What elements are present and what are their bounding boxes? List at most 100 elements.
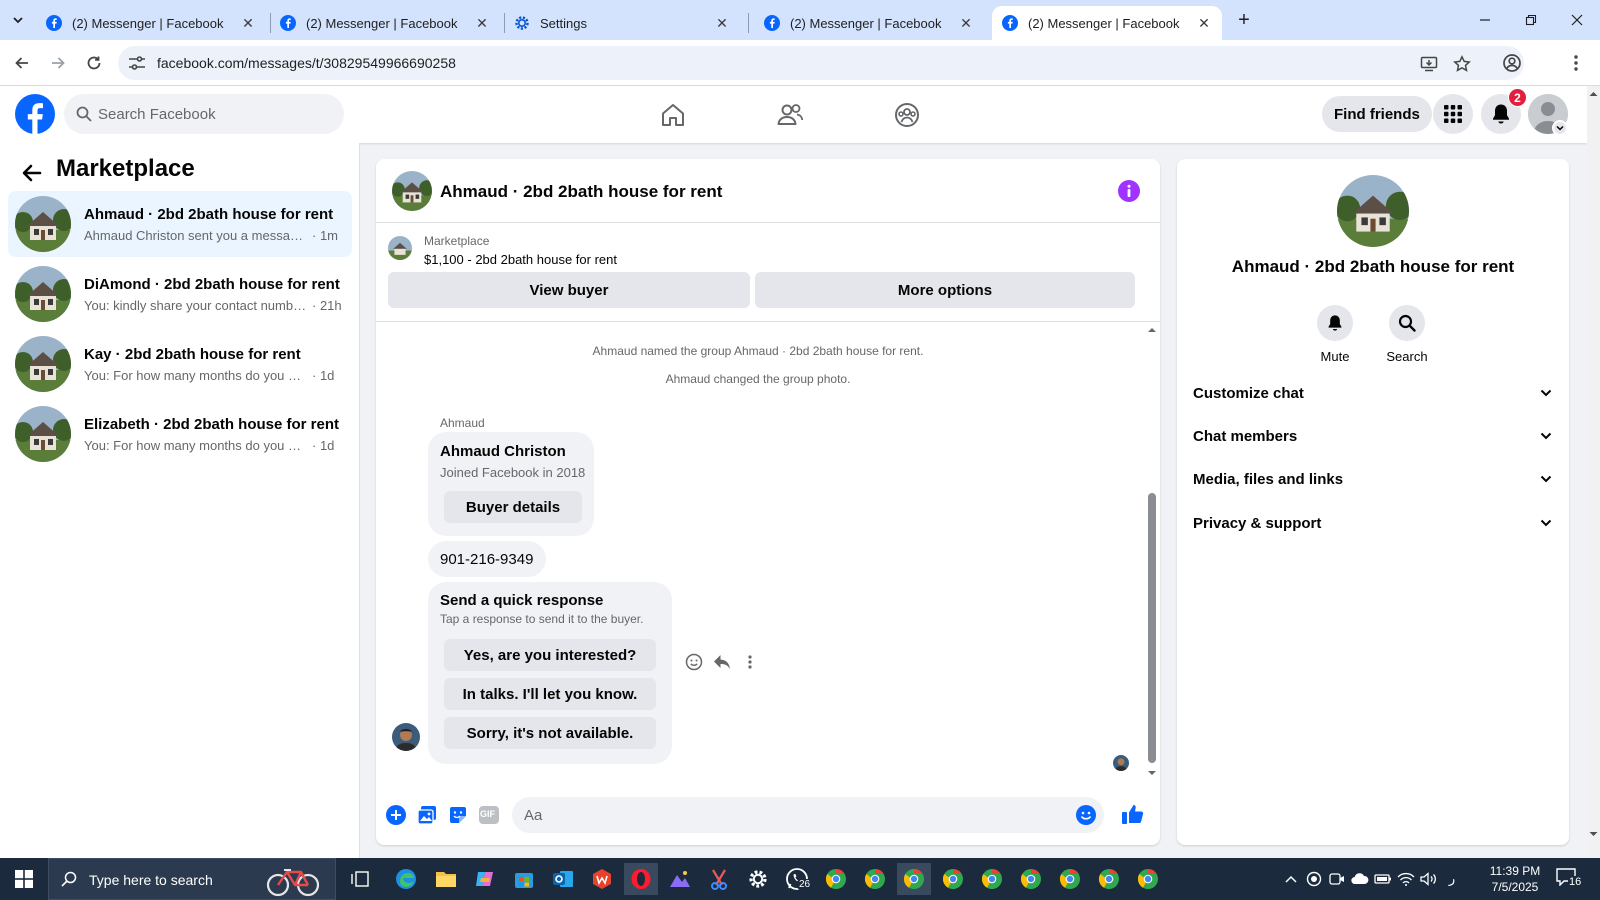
- restore-button[interactable]: [1508, 0, 1554, 40]
- install-app-icon[interactable]: [1420, 55, 1438, 73]
- back-button[interactable]: [8, 49, 36, 77]
- profile-button[interactable]: [1498, 49, 1526, 77]
- taskbar-chrome-7[interactable]: [1053, 863, 1087, 895]
- tray-volume[interactable]: [1420, 870, 1438, 888]
- taskbar-chrome-1[interactable]: [819, 863, 853, 895]
- mute-action[interactable]: Mute: [1299, 305, 1371, 364]
- more-options-button[interactable]: More options: [755, 272, 1135, 308]
- notification-center-button[interactable]: 16: [1556, 868, 1586, 890]
- close-window-button[interactable]: [1554, 0, 1600, 40]
- taskbar-file-explorer[interactable]: [429, 863, 463, 895]
- facebook-search[interactable]: [64, 94, 344, 134]
- browser-tab-5-active[interactable]: (2) Messenger | Facebook ✕: [992, 6, 1222, 40]
- reply-button[interactable]: [708, 650, 736, 674]
- browser-tab-4[interactable]: (2) Messenger | Facebook ✕: [754, 6, 984, 40]
- gif-button[interactable]: GIF: [477, 803, 501, 827]
- tray-network[interactable]: [1397, 870, 1415, 888]
- message-input[interactable]: [524, 797, 1054, 833]
- listing-price-title[interactable]: $1,100 - 2bd 2bath house for rent: [424, 252, 617, 267]
- taskbar-copilot[interactable]: [468, 863, 502, 895]
- taskbar-chrome-4[interactable]: [936, 863, 970, 895]
- tab-close-button[interactable]: ✕: [1196, 15, 1212, 31]
- nav-groups[interactable]: [857, 86, 957, 143]
- reload-button[interactable]: [80, 49, 108, 77]
- browser-tab-1[interactable]: (2) Messenger | Facebook ✕: [36, 6, 266, 40]
- tray-onedrive[interactable]: [1351, 870, 1369, 888]
- taskbar-store[interactable]: [507, 863, 541, 895]
- find-friends-button[interactable]: Find friends: [1322, 96, 1432, 132]
- tray-battery[interactable]: [1374, 870, 1392, 888]
- account-menu-caret[interactable]: [1552, 120, 1568, 136]
- page-scrollbar[interactable]: [1587, 86, 1600, 858]
- conversation-item[interactable]: Kay · 2bd 2bath house for rent You: For …: [8, 331, 352, 397]
- view-buyer-button[interactable]: View buyer: [388, 272, 750, 308]
- like-send-button[interactable]: [1120, 801, 1146, 827]
- forward-button[interactable]: [44, 49, 72, 77]
- taskbar-chrome-5[interactable]: [975, 863, 1009, 895]
- taskbar-whatsapp[interactable]: 26: [780, 863, 814, 895]
- scroll-down-arrow-icon[interactable]: [1587, 828, 1600, 840]
- tab-search-button[interactable]: [6, 8, 30, 32]
- conversation-item[interactable]: DiAmond · 2bd 2bath house for rent You: …: [8, 261, 352, 327]
- chat-avatar[interactable]: [392, 171, 432, 211]
- taskbar-opera[interactable]: [624, 863, 658, 895]
- search-in-chat-button[interactable]: [1389, 305, 1425, 341]
- taskbar-chrome-9[interactable]: [1131, 863, 1165, 895]
- taskbar-settings[interactable]: [741, 863, 775, 895]
- customize-chat-section[interactable]: Customize chat: [1193, 371, 1553, 415]
- menu-button[interactable]: [1433, 94, 1473, 134]
- taskbar-chrome-2[interactable]: [858, 863, 892, 895]
- message-input-box[interactable]: [512, 797, 1104, 833]
- quick-response-option[interactable]: Yes, are you interested?: [444, 639, 656, 671]
- taskbar-app-mountain[interactable]: [663, 863, 697, 895]
- taskbar-search[interactable]: Type here to search: [48, 858, 336, 900]
- group-photo[interactable]: [1337, 175, 1409, 247]
- bookmark-star-icon[interactable]: [1453, 55, 1471, 73]
- taskbar-wps[interactable]: [585, 863, 619, 895]
- search-action[interactable]: Search: [1371, 305, 1443, 364]
- more-actions-button[interactable]: [736, 650, 764, 674]
- taskbar-chrome-6[interactable]: [1014, 863, 1048, 895]
- scroll-up-arrow-icon[interactable]: [1144, 325, 1160, 335]
- privacy-support-section[interactable]: Privacy & support: [1193, 501, 1553, 545]
- input-language-indicator[interactable]: ﺭ: [1443, 870, 1461, 888]
- new-tab-button[interactable]: +: [1232, 8, 1256, 32]
- browser-tab-3[interactable]: Settings ✕: [504, 6, 740, 40]
- conversation-item[interactable]: Ahmaud · 2bd 2bath house for rent Ahmaud…: [8, 191, 352, 257]
- conversation-item[interactable]: Elizabeth · 2bd 2bath house for rent You…: [8, 401, 352, 467]
- more-attachments-button[interactable]: [384, 803, 408, 827]
- quick-response-option[interactable]: Sorry, it's not available.: [444, 717, 656, 749]
- nav-friends[interactable]: [740, 86, 840, 143]
- taskbar-edge[interactable]: [389, 863, 423, 895]
- minimize-button[interactable]: [1462, 0, 1508, 40]
- facebook-logo[interactable]: [15, 94, 55, 134]
- tab-close-button[interactable]: ✕: [474, 15, 490, 31]
- scroll-up-arrow-icon[interactable]: [1587, 88, 1600, 100]
- site-settings-icon[interactable]: [128, 55, 146, 71]
- tab-close-button[interactable]: ✕: [714, 15, 730, 31]
- sticker-button[interactable]: [446, 803, 470, 827]
- browser-tab-2[interactable]: (2) Messenger | Facebook ✕: [270, 6, 500, 40]
- facebook-search-input[interactable]: [98, 94, 338, 134]
- nav-home[interactable]: [623, 86, 723, 143]
- tray-record[interactable]: [1305, 870, 1323, 888]
- back-arrow-icon[interactable]: [20, 161, 44, 185]
- task-view-button[interactable]: [343, 863, 377, 895]
- browser-menu-button[interactable]: [1564, 49, 1588, 77]
- taskbar-chrome-3-active[interactable]: [897, 863, 931, 895]
- chat-scrollbar[interactable]: [1144, 323, 1160, 785]
- taskbar-outlook[interactable]: [546, 863, 580, 895]
- taskbar-clock[interactable]: 11:39 PM 7/5/2025: [1475, 863, 1555, 895]
- media-files-links-section[interactable]: Media, files and links: [1193, 457, 1553, 501]
- mute-button[interactable]: [1317, 305, 1353, 341]
- scroll-thumb[interactable]: [1148, 493, 1156, 763]
- tray-overflow-button[interactable]: [1282, 870, 1300, 888]
- emoji-icon[interactable]: [1076, 805, 1096, 825]
- sender-avatar[interactable]: [392, 723, 420, 751]
- address-bar[interactable]: facebook.com/messages/t/3082954996669025…: [118, 46, 1524, 80]
- quick-response-option[interactable]: In talks. I'll let you know.: [444, 678, 656, 710]
- scroll-down-arrow-icon[interactable]: [1144, 768, 1160, 778]
- taskbar-app-snipping[interactable]: [702, 863, 736, 895]
- chat-title[interactable]: Ahmaud · 2bd 2bath house for rent: [440, 182, 722, 202]
- tab-close-button[interactable]: ✕: [958, 15, 974, 31]
